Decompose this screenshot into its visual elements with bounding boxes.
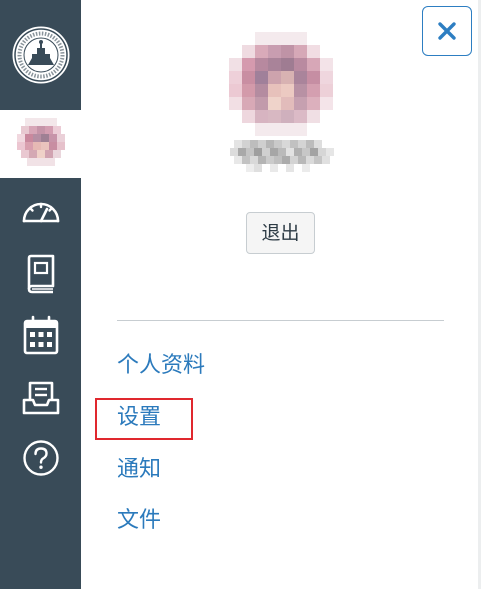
close-button[interactable] xyxy=(422,6,472,56)
tray-divider xyxy=(117,320,444,321)
profile-photo-icon xyxy=(229,32,333,136)
calendar-icon xyxy=(23,315,58,355)
nav-help[interactable] xyxy=(0,430,81,486)
nav-calendar[interactable] xyxy=(0,307,81,363)
global-nav xyxy=(0,0,81,589)
inbox-icon xyxy=(22,381,59,415)
profile-link[interactable]: 个人资料 xyxy=(117,351,205,381)
account-avatar[interactable] xyxy=(0,110,81,178)
book-icon xyxy=(27,254,54,294)
settings-highlight-box xyxy=(95,398,193,440)
profile-avatar xyxy=(229,32,333,136)
avatar-icon xyxy=(16,118,65,166)
nav-dashboard[interactable] xyxy=(0,182,81,238)
nav-inbox[interactable] xyxy=(0,370,81,426)
university-seal-logo-icon xyxy=(11,25,70,85)
logout-button[interactable]: 退出 xyxy=(246,212,315,254)
nav-courses[interactable] xyxy=(0,246,81,302)
profile-name-redacted xyxy=(230,140,334,172)
app-window: 退出 个人资料 设置 通知 文件 xyxy=(0,0,481,589)
files-link[interactable]: 文件 xyxy=(117,506,161,536)
account-tray: 退出 个人资料 设置 通知 文件 xyxy=(81,0,481,589)
help-circle-icon xyxy=(22,440,59,476)
speedometer-icon xyxy=(22,202,59,223)
pixelated-name-icon xyxy=(230,140,334,172)
notifications-link[interactable]: 通知 xyxy=(117,455,161,485)
close-icon xyxy=(438,22,456,40)
logo[interactable] xyxy=(0,0,81,110)
